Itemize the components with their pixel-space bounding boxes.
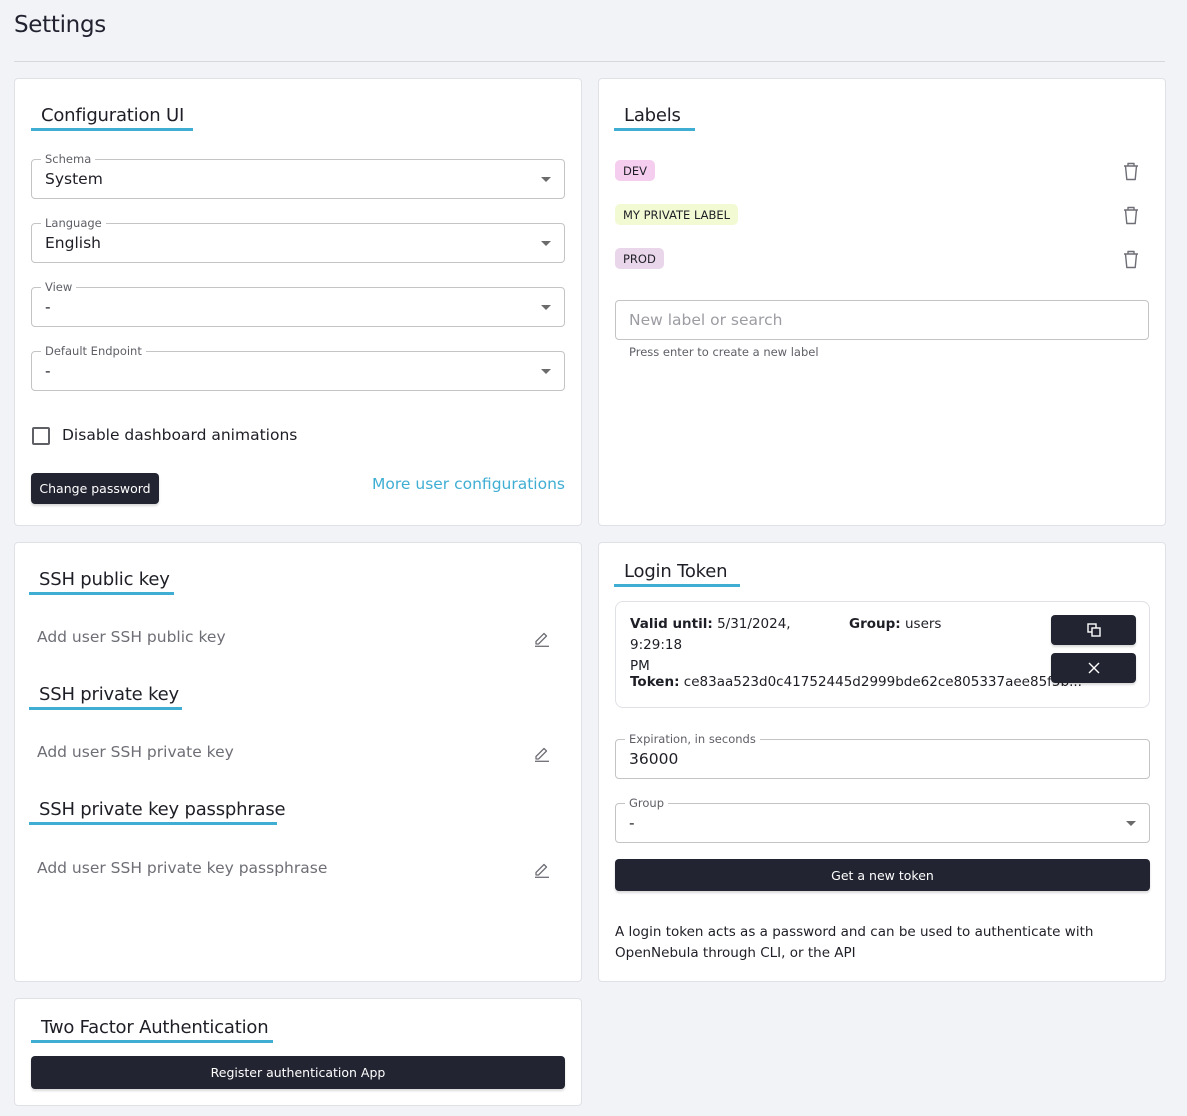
group-select-value: - <box>629 814 635 832</box>
view-value: - <box>45 298 51 316</box>
copy-token-button[interactable] <box>1051 615 1136 645</box>
edit-pencil-icon[interactable] <box>533 629 551 647</box>
login-token-description: A login token acts as a password and can… <box>615 924 1094 961</box>
new-label-input-wrapper <box>615 300 1149 340</box>
view-label: View <box>41 280 77 294</box>
label-chip-prod: PROD <box>615 248 664 269</box>
ssh-card: SSH public key Add user SSH public key S… <box>14 542 582 982</box>
ssh-passphrase-title: SSH private key passphrase <box>29 799 286 825</box>
labels-title: Labels <box>614 105 695 131</box>
close-icon <box>1088 662 1099 674</box>
label-chip-dev: DEV <box>615 160 655 181</box>
schema-value: System <box>45 170 103 188</box>
trash-icon[interactable] <box>1121 248 1141 270</box>
ssh-passphrase-value: Add user SSH private key passphrase <box>37 859 328 877</box>
title-divider <box>14 61 1165 62</box>
label-chip-my-private-label: MY PRIVATE LABEL <box>615 204 739 225</box>
new-label-helper: Press enter to create a new label <box>629 345 819 359</box>
disable-animations-checkbox[interactable] <box>32 427 50 445</box>
register-auth-app-button[interactable]: Register authentication App <box>31 1056 565 1089</box>
configuration-ui-card: Configuration UI Schema System Language … <box>14 78 582 526</box>
language-select[interactable]: Language English <box>31 216 565 263</box>
ssh-public-key-title: SSH public key <box>29 569 174 595</box>
edit-pencil-icon[interactable] <box>533 860 551 878</box>
expiration-label: Expiration, in seconds <box>625 732 760 746</box>
group-select[interactable]: Group - <box>615 796 1150 843</box>
ssh-private-key-title: SSH private key <box>29 684 182 710</box>
schema-select[interactable]: Schema System <box>31 152 565 199</box>
revoke-token-button[interactable] <box>1051 653 1136 683</box>
language-label: Language <box>41 216 106 230</box>
default-endpoint-value: - <box>45 362 51 380</box>
valid-until-label: Valid until: <box>630 616 713 632</box>
edit-pencil-icon[interactable] <box>533 744 551 762</box>
view-select[interactable]: View - <box>31 280 565 327</box>
two-factor-title: Two Factor Authentication <box>31 1017 273 1043</box>
page-title: Settings <box>14 12 106 38</box>
token-group: Group: users <box>849 614 941 635</box>
labels-card: Labels DEV MY PRIVATE LABEL PROD Press e… <box>598 78 1166 526</box>
token-info-box: Valid until: 5/31/2024, 9:29:18 PM Group… <box>615 601 1150 708</box>
default-endpoint-select[interactable]: Default Endpoint - <box>31 344 565 391</box>
configuration-ui-title: Configuration UI <box>31 105 193 131</box>
get-new-token-button[interactable]: Get a new token <box>615 859 1150 891</box>
two-factor-card: Two Factor Authentication Register authe… <box>14 998 582 1106</box>
trash-icon[interactable] <box>1121 204 1141 226</box>
chevron-down-icon <box>541 177 551 182</box>
token: Token: ce83aa523d0c41752445d2999bde62ce8… <box>630 672 1082 693</box>
token-label: Token: <box>630 674 680 690</box>
disable-animations-label: Disable dashboard animations <box>62 426 298 444</box>
copy-icon <box>1086 623 1101 637</box>
login-token-title: Login Token <box>614 561 740 587</box>
language-value: English <box>45 234 101 252</box>
new-label-input[interactable] <box>616 301 1148 339</box>
token-value: ce83aa523d0c41752445d2999bde62ce805337ae… <box>683 674 1082 690</box>
more-user-configurations-link[interactable]: More user configurations <box>372 475 565 493</box>
group-value: users <box>904 616 942 632</box>
change-password-button[interactable]: Change password <box>31 473 159 504</box>
expiration-value: 36000 <box>629 750 679 768</box>
login-token-card: Login Token Valid until: 5/31/2024, 9:29… <box>598 542 1166 982</box>
chevron-down-icon <box>541 369 551 374</box>
group-label: Group: <box>849 616 901 632</box>
trash-icon[interactable] <box>1121 160 1141 182</box>
chevron-down-icon <box>1126 821 1136 826</box>
ssh-private-key-value: Add user SSH private key <box>37 743 234 761</box>
valid-until: Valid until: 5/31/2024, 9:29:18 PM <box>630 614 830 677</box>
default-endpoint-label: Default Endpoint <box>41 344 146 358</box>
chevron-down-icon <box>541 305 551 310</box>
expiration-input[interactable]: Expiration, in seconds 36000 <box>615 732 1150 779</box>
ssh-public-key-value: Add user SSH public key <box>37 628 226 646</box>
chevron-down-icon <box>541 241 551 246</box>
group-select-label: Group <box>625 796 669 810</box>
schema-label: Schema <box>41 152 96 166</box>
